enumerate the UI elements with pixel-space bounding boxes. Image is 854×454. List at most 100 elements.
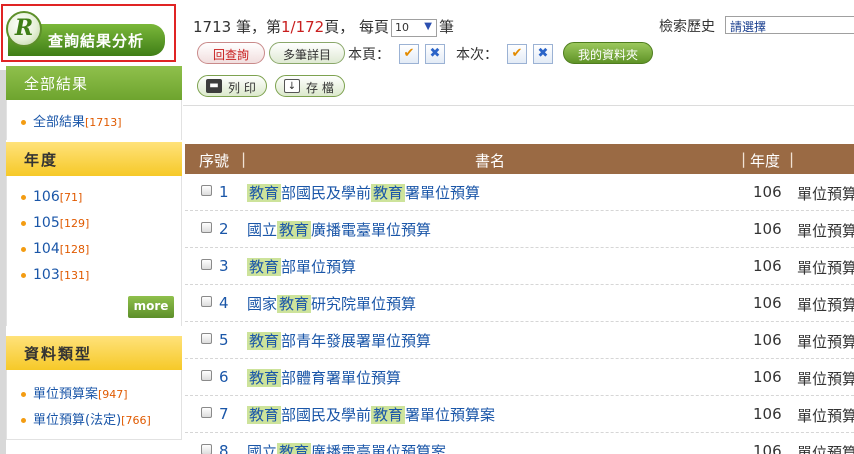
save-file-icon: ↓ (284, 79, 300, 93)
row-checkbox[interactable] (201, 222, 212, 233)
bullet-icon (21, 272, 26, 278)
row-number: 3 (219, 257, 229, 275)
keyword-highlight: 教育 (247, 406, 282, 424)
this-page-label: 本頁： (348, 47, 390, 63)
sidebar: 查詢結果分析 R 全部結果 全部結果[1713] 年度 106[71] 105[… (0, 0, 182, 454)
keyword-highlight: 教育 (277, 295, 312, 313)
row-number: 6 (219, 368, 229, 386)
printer-icon: ▬ (206, 79, 222, 93)
row-type: 單位預算 (797, 222, 854, 240)
select-page-check-icon[interactable]: ✔ (399, 44, 419, 64)
row-year: 106 (753, 257, 782, 275)
table-row: 6 教育 部體育署單位預算 106 單位預算 (185, 359, 854, 396)
row-title-link[interactable]: 國立 教育 廣播電臺單位預算 (247, 219, 431, 240)
analysis-title-box: 查詢結果分析 R (1, 4, 176, 62)
keyword-highlight: 教育 (247, 369, 282, 387)
data-type-item-budget-proposal[interactable]: 單位預算案[947] (21, 383, 128, 402)
table-row: 8 國立 教育 廣播電臺單位預算案 106 單位預算 (185, 433, 854, 454)
bullet-icon (21, 194, 26, 200)
keyword-highlight: 教育 (277, 221, 312, 239)
title-text: 研究院單位預算 (311, 295, 417, 313)
row-year: 106 (753, 294, 782, 312)
title-text: 廣播電臺單位預算案 (311, 443, 447, 454)
data-type-heading: 資料類型 (6, 336, 182, 370)
header-no: 序號 (199, 152, 230, 170)
year-more-button[interactable]: more (128, 296, 174, 318)
clear-all-x-icon[interactable]: ✖ (533, 44, 553, 64)
row-checkbox[interactable] (201, 185, 212, 196)
keyword-highlight: 教育 (247, 332, 282, 350)
row-title-link[interactable]: 國立 教育 廣播電臺單位預算案 (247, 441, 446, 454)
search-history-label: 檢索歷史 (659, 19, 715, 35)
year-item-103[interactable]: 103[131] (21, 267, 89, 283)
back-to-search-button[interactable]: 回查詢 (197, 42, 265, 64)
row-year: 106 (753, 405, 782, 423)
year-item-104[interactable]: 104[128] (21, 241, 89, 257)
header-separator: | (241, 150, 247, 168)
bullet-icon (21, 392, 26, 397)
multi-detail-button[interactable]: 多筆詳目 (269, 42, 345, 64)
year-item-105[interactable]: 105[129] (21, 215, 89, 231)
row-title-link[interactable]: 教育 部青年發展署單位預算 (247, 330, 431, 351)
data-type-item-budget-statutory[interactable]: 單位預算(法定)[766] (21, 409, 151, 428)
my-folder-button[interactable]: 我的資料夾 (563, 42, 653, 64)
row-title-link[interactable]: 教育 部國民及學前 教育 署單位預算案 (247, 404, 495, 425)
row-title-link[interactable]: 教育 部單位預算 (247, 256, 356, 277)
save-button[interactable]: ↓ 存 檔 (275, 75, 345, 97)
row-checkbox[interactable] (201, 333, 212, 344)
row-type: 單位預算 (797, 185, 854, 203)
row-type: 單位預算 (797, 370, 854, 388)
bullet-icon (21, 220, 26, 226)
header-year: 年度 (750, 152, 781, 170)
title-text: 部單位預算 (281, 258, 357, 276)
clear-page-x-icon[interactable]: ✖ (425, 44, 445, 64)
bullet-icon (21, 418, 26, 423)
keyword-highlight: 教育 (247, 258, 282, 276)
row-number: 4 (219, 294, 229, 312)
row-checkbox[interactable] (201, 296, 212, 307)
keyword-highlight: 教育 (371, 406, 406, 424)
print-button[interactable]: ▬ 列 印 (197, 75, 267, 97)
title-text: 部青年發展署單位預算 (281, 332, 432, 350)
row-year: 106 (753, 220, 782, 238)
header-separator: | (741, 150, 747, 168)
row-checkbox[interactable] (201, 444, 212, 454)
row-number: 2 (219, 220, 229, 238)
row-number: 1 (219, 183, 229, 201)
select-all-check-icon[interactable]: ✔ (507, 44, 527, 64)
row-number: 5 (219, 331, 229, 349)
all-results-panel: 全部結果[1713] (6, 100, 182, 140)
row-checkbox[interactable] (201, 407, 212, 418)
row-type: 單位預算 (797, 296, 854, 314)
title-text: 國立 (247, 443, 278, 454)
per-page-select[interactable]: 10 ▼ (390, 18, 437, 37)
keyword-highlight: 教育 (277, 443, 312, 454)
row-title-link[interactable]: 教育 部體育署單位預算 (247, 367, 401, 388)
all-results-heading: 全部結果 (6, 66, 182, 100)
year-heading: 年度 (6, 142, 182, 176)
keyword-highlight: 教育 (371, 184, 406, 202)
result-toolbar: 1713 筆，第1/172頁， 每頁 10 ▼ 筆 檢索歷史 請選擇 回查詢 多筆詳目… (183, 0, 854, 106)
table-row: 2 國立 教育 廣播電臺單位預算 106 單位預算 (185, 211, 854, 248)
data-type-panel: 單位預算案[947] 單位預算(法定)[766] (6, 370, 182, 440)
table-row: 3 教育 部單位預算 106 單位預算 (185, 248, 854, 285)
row-number: 7 (219, 405, 229, 423)
title-text: 國立 (247, 221, 278, 239)
year-item-106[interactable]: 106[71] (21, 189, 82, 205)
table-row: 7 教育 部國民及學前 教育 署單位預算案 106 單位預算 (185, 396, 854, 433)
row-title-link[interactable]: 教育 部國民及學前 教育 署單位預算 (247, 182, 480, 203)
title-text: 廣播電臺單位預算 (311, 221, 432, 239)
row-checkbox[interactable] (201, 259, 212, 270)
row-title-link[interactable]: 國家 教育 研究院單位預算 (247, 293, 416, 314)
row-type: 單位預算 (797, 333, 854, 351)
row-year: 106 (753, 331, 782, 349)
analysis-title: 查詢結果分析 (48, 32, 145, 50)
all-results-link[interactable]: 全部結果[1713] (21, 111, 122, 130)
row-checkbox[interactable] (201, 370, 212, 381)
header-title: 書名 (475, 152, 506, 170)
row-number: 8 (219, 442, 229, 454)
table-header: 序號 | 書名 | 年度 | (185, 144, 854, 174)
search-history-select[interactable]: 請選擇 (725, 16, 854, 34)
this-time-label: 本次： (456, 47, 498, 63)
title-text: 國家 (247, 295, 278, 313)
